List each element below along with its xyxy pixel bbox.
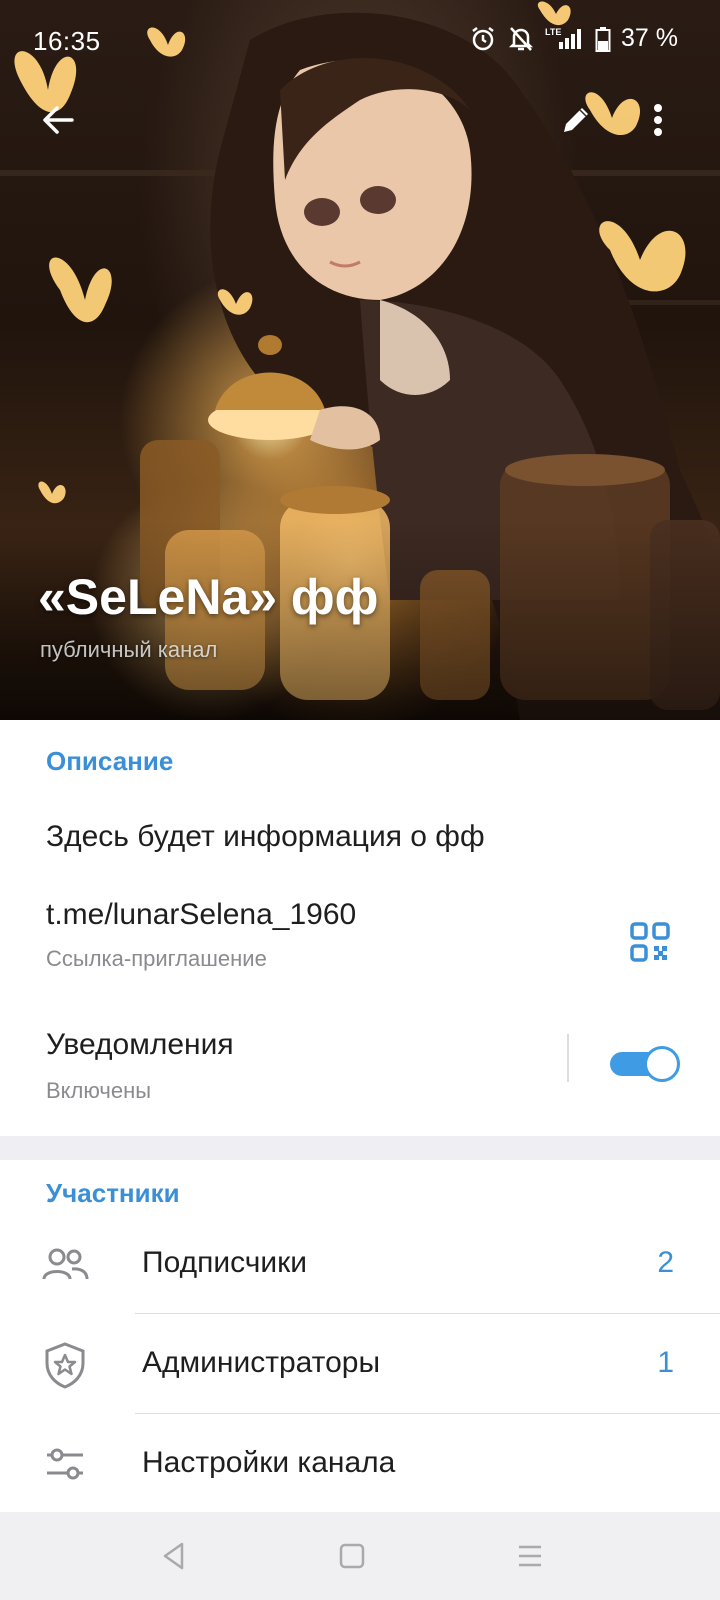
battery-percent: 37 % (621, 24, 678, 52)
system-navigation-bar (0, 1512, 720, 1600)
back-button[interactable] (30, 92, 86, 148)
invite-link[interactable]: t.me/lunarSelena_1960 (46, 898, 356, 932)
signal-icon: LTE (545, 25, 585, 53)
members-card: Участники Подписчики 2 Администраторы 1 … (0, 1160, 720, 1512)
subscribers-label: Подписчики (142, 1246, 308, 1279)
nav-recents-button[interactable] (508, 1534, 552, 1578)
people-icon (40, 1240, 90, 1290)
mute-notifications-icon (507, 25, 535, 53)
home-square-icon (339, 1543, 365, 1569)
shield-star-icon (40, 1340, 90, 1390)
description-section-title: Описание (46, 746, 174, 776)
invite-link-caption: Ссылка-приглашение (46, 946, 267, 971)
nav-back-button[interactable] (152, 1534, 196, 1578)
qr-code-button[interactable] (624, 916, 676, 968)
qr-code-icon (630, 922, 670, 962)
notifications-divider (567, 1034, 569, 1082)
network-type-label: LTE (545, 27, 561, 37)
notifications-row[interactable]: Уведомления Включены (0, 1010, 720, 1120)
administrators-label: Администраторы (142, 1346, 381, 1379)
nav-home-button[interactable] (330, 1534, 374, 1578)
alarm-icon (469, 25, 497, 53)
more-options-button[interactable] (638, 92, 678, 148)
channel-cover-image: 16:35 LTE 37 % «SeLeNa» фф публичный кан… (0, 0, 720, 720)
more-vertical-icon (654, 104, 662, 136)
notifications-label: Уведомления (46, 1028, 234, 1061)
sliders-icon (40, 1440, 90, 1490)
back-triangle-icon (163, 1542, 184, 1570)
invite-link-row[interactable]: t.me/lunarSelena_1960 Ссылка-приглашение (0, 880, 720, 980)
toggle-knob (644, 1046, 680, 1082)
edit-button[interactable] (548, 92, 604, 148)
channel-settings-label: Настройки канала (142, 1446, 396, 1479)
notifications-status: Включены (46, 1078, 152, 1103)
subscribers-row[interactable]: Подписчики 2 (0, 1214, 720, 1314)
administrators-count: 1 (657, 1346, 674, 1379)
status-time: 16:35 (33, 26, 101, 56)
notifications-toggle[interactable] (610, 1046, 680, 1082)
edit-pencil-icon (564, 108, 588, 132)
subscribers-count: 2 (657, 1246, 674, 1279)
top-bar (0, 90, 720, 150)
back-arrow-icon (43, 106, 74, 134)
channel-subtitle: публичный канал (40, 637, 218, 662)
battery-icon (595, 25, 611, 53)
channel-description[interactable]: Здесь будет информация о фф (46, 820, 485, 854)
administrators-row[interactable]: Администраторы 1 (0, 1314, 720, 1414)
channel-settings-row[interactable]: Настройки канала (0, 1414, 720, 1514)
channel-title: «SeLeNa» фф (38, 569, 379, 625)
status-bar: 16:35 LTE 37 % (0, 0, 720, 80)
members-section-title: Участники (46, 1178, 180, 1208)
channel-info-card: Описание Здесь будет информация о фф t.m… (0, 720, 720, 1136)
menu-lines-icon (519, 1545, 541, 1567)
